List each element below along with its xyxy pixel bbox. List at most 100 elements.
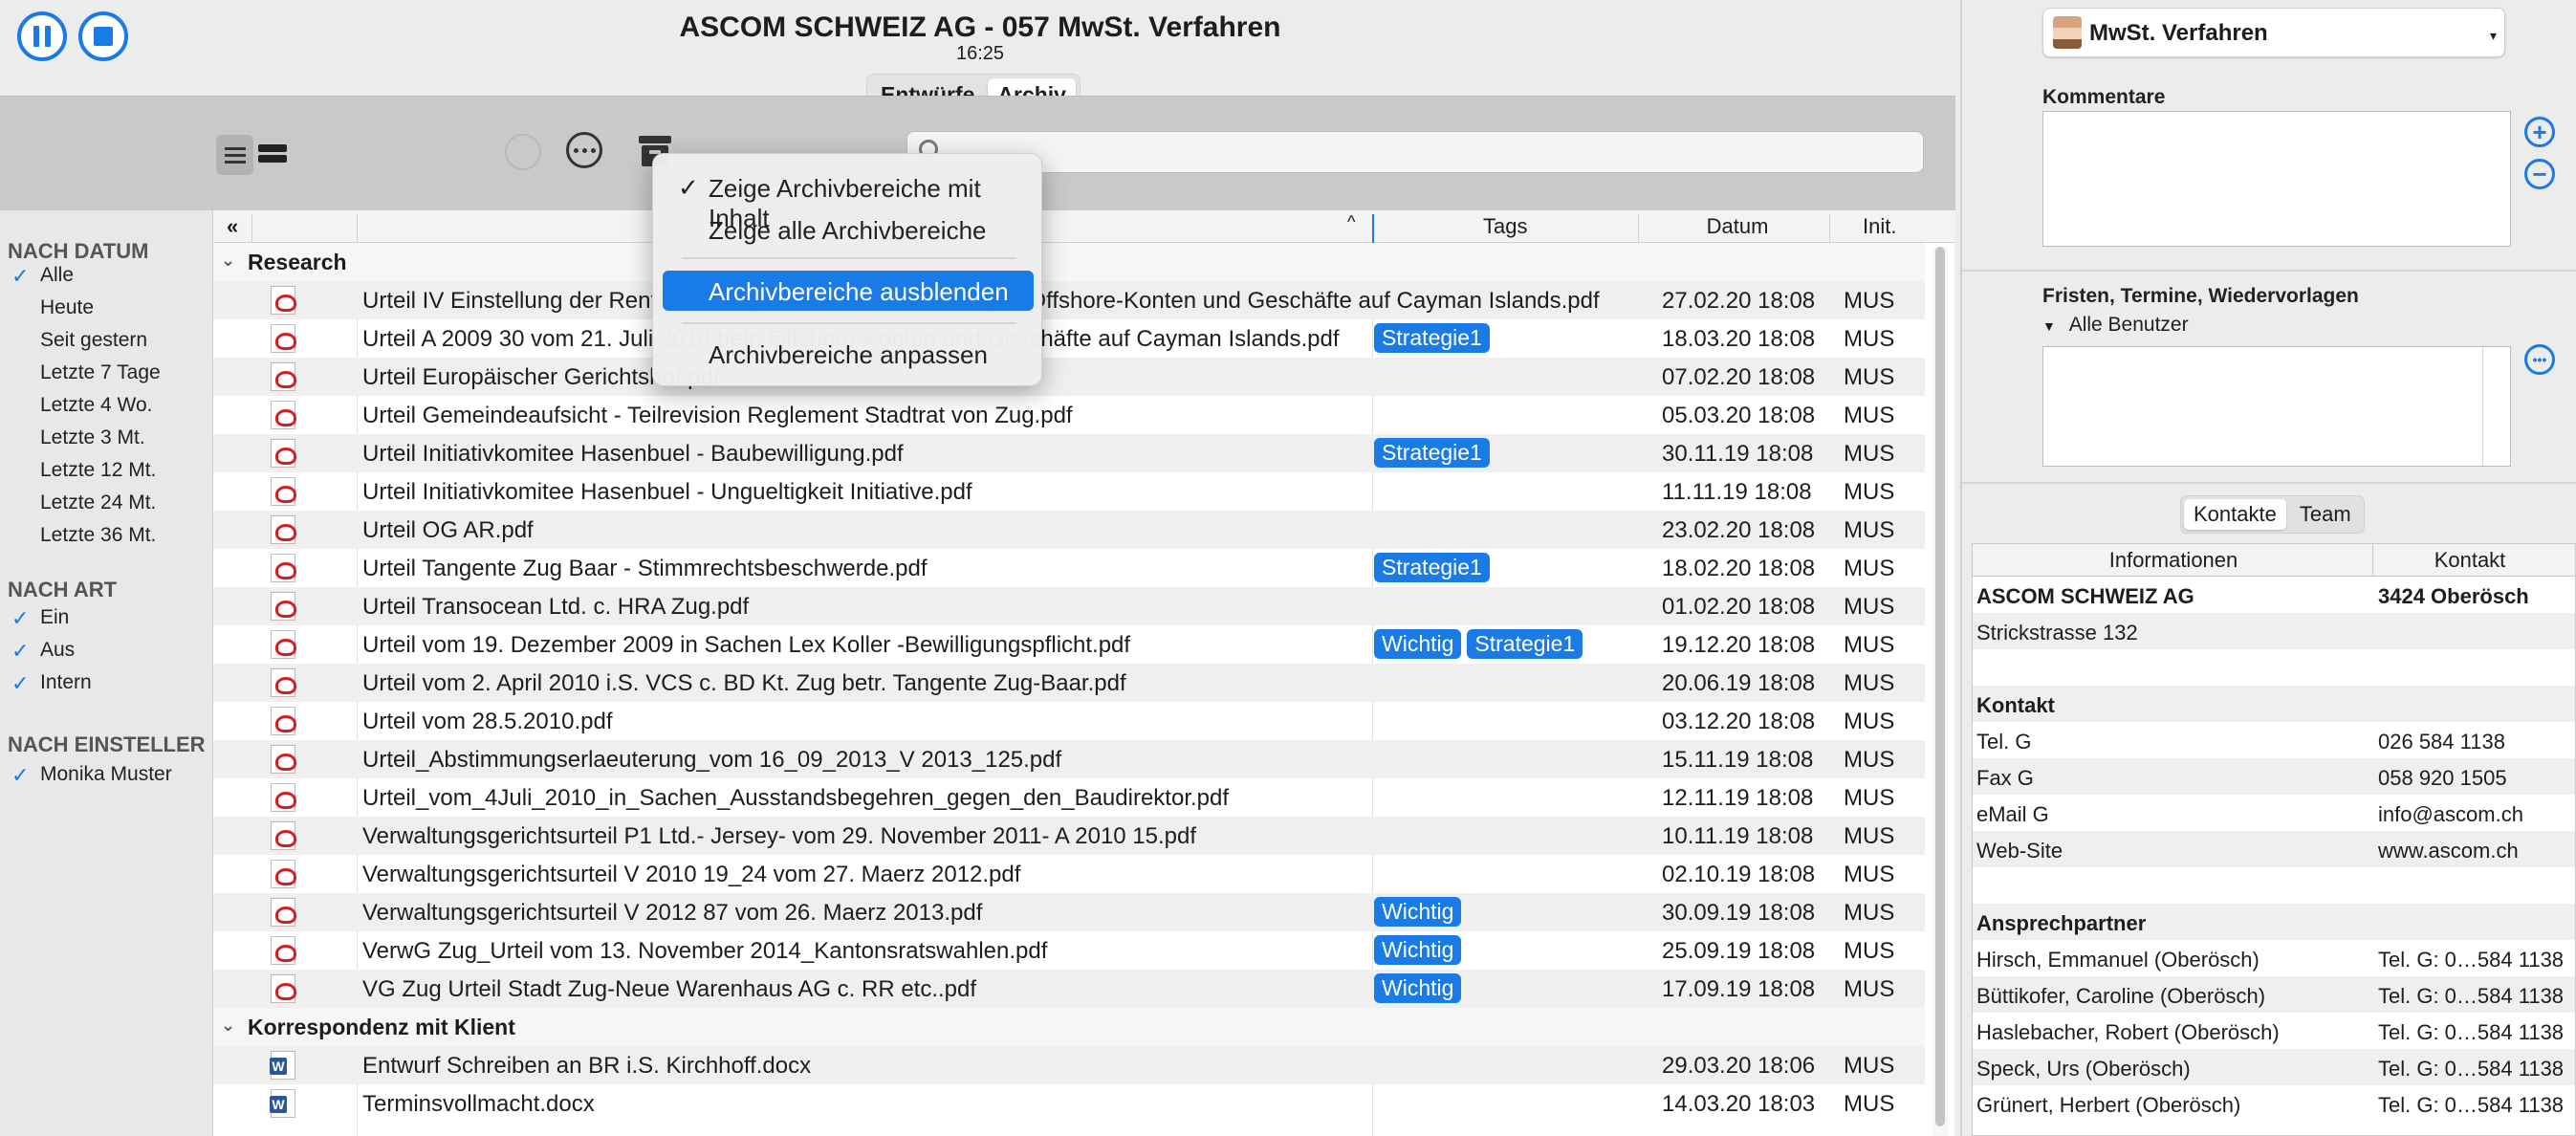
column-header-datum[interactable]: Datum — [1661, 214, 1814, 239]
column-header-tags[interactable]: Tags — [1483, 214, 1527, 239]
pdf-file-icon — [271, 783, 296, 812]
word-file-icon — [270, 1089, 295, 1118]
tag-badge[interactable]: Wichtig — [1374, 935, 1462, 965]
contact-value: Tel. G: 0…584 1138 — [2378, 1057, 2565, 1081]
tag-badge[interactable]: Wichtig — [1374, 897, 1462, 927]
scroll-thumb[interactable] — [1935, 247, 1945, 1126]
add-comment-button[interactable]: + — [2524, 117, 2555, 147]
comments-textarea[interactable] — [2042, 111, 2511, 247]
contact-row[interactable] — [1973, 867, 2575, 904]
remove-comment-button[interactable]: − — [2524, 159, 2555, 189]
tag-badge[interactable]: Strategie1 — [1374, 438, 1490, 468]
contact-row[interactable]: Grünert, Herbert (Oberösch) Tel. G: 0…584… — [1973, 1085, 2575, 1122]
filter-alle[interactable]: Alle — [40, 264, 74, 287]
contact-row[interactable]: Haslebacher, Robert (Oberösch) Tel. G: 0…… — [1973, 1013, 2575, 1049]
table-row[interactable]: Urteil Gemeindeaufsicht - Teilrevision R… — [213, 396, 1925, 434]
filter-letzte-7-tage[interactable]: Letzte 7 Tage — [40, 361, 161, 384]
contact-row[interactable]: Büttikofer, Caroline (Oberösch) Tel. G: 0… — [1973, 976, 2575, 1013]
tag-badge[interactable]: Strategie1 — [1467, 629, 1583, 659]
table-row[interactable]: Urteil A 2009 30 vom 21. Juli 2010 betr.… — [213, 319, 1925, 358]
filter-intern[interactable]: Intern — [40, 671, 92, 694]
contact-table-header: Informationen Kontakt — [1973, 544, 2575, 577]
file-initials: MUS — [1844, 556, 1895, 581]
file-date: 11.11.19 18:08 — [1662, 479, 1812, 505]
list-view-button[interactable] — [216, 135, 253, 175]
tab-kontakte[interactable]: Kontakte — [2184, 499, 2286, 530]
tag-badge[interactable]: Wichtig — [1374, 973, 1462, 1003]
filter-letzte-24-mt[interactable]: Letzte 24 Mt. — [40, 492, 156, 514]
table-row[interactable]: Urteil_Abstimmungserlaeuterung_vom 16_09… — [213, 740, 1925, 778]
filter-letzte-3-mt[interactable]: Letzte 3 Mt. — [40, 426, 145, 449]
table-row[interactable]: Urteil Initiativkomitee Hasenbuel - Ungu… — [213, 472, 1925, 511]
table-row[interactable]: Urteil_vom_4Juli_2010_in_Sachen_Ausstand… — [213, 778, 1925, 817]
table-row[interactable]: Urteil Europäischer Gerichtshof.pdf 07.02… — [213, 358, 1925, 396]
collapse-sidebar-button[interactable]: « — [227, 214, 238, 239]
table-scrollbar[interactable] — [1932, 247, 1948, 1136]
tab-team[interactable]: Team — [2290, 499, 2361, 530]
file-initials: MUS — [1844, 976, 1895, 1002]
table-row[interactable]: Terminsvollmacht.docx 14.03.20 18:03 MUS — [213, 1084, 1925, 1123]
filter-monika-muster[interactable]: Monika Muster — [40, 763, 172, 786]
menu-item-show-all[interactable]: Zeige alle Archivbereiche — [663, 209, 1034, 250]
table-row[interactable]: Urteil Transocean Ltd. c. HRA Zug.pdf 01.… — [213, 587, 1925, 625]
contact-row[interactable] — [1973, 649, 2575, 686]
deadlines-list[interactable] — [2042, 346, 2511, 467]
more-icon[interactable] — [566, 132, 602, 168]
pdf-file-icon — [271, 362, 296, 391]
users-filter[interactable]: ▼ Alle Benutzer — [2042, 314, 2189, 337]
table-row[interactable]: Verwaltungsgerichtsurteil V 2010 19_24 v… — [213, 855, 1925, 893]
contact-row[interactable]: Fax G 058 920 1505 — [1973, 758, 2575, 795]
filter-seit-gestern[interactable]: Seit gestern — [40, 329, 147, 352]
table-row[interactable]: Urteil Initiativkomitee Hasenbuel - Baub… — [213, 434, 1925, 472]
table-row[interactable]: Urteil vom 28.5.2010.pdf 03.12.20 18:08 MU… — [213, 702, 1925, 740]
table-row[interactable]: Entwurf Schreiben an BR i.S. Kirchhoff.d… — [213, 1046, 1925, 1084]
sort-ascending-icon[interactable]: ^ — [1347, 212, 1355, 232]
tag-badge[interactable]: Strategie1 — [1374, 323, 1490, 353]
search-input[interactable] — [906, 131, 1924, 173]
table-row[interactable]: Verwaltungsgerichtsurteil V 2012 87 vom … — [213, 893, 1925, 931]
procedure-selector[interactable]: MwSt. Verfahren ▾ — [2042, 8, 2505, 57]
panel-divider — [1962, 270, 2576, 272]
contact-row[interactable]: Web-Site www.ascom.ch — [1973, 831, 2575, 867]
table-row[interactable]: Verwaltungsgerichtsurteil P1 Ltd.- Jerse… — [213, 817, 1925, 855]
menu-item-show-with-content[interactable]: ✓ Zeige Archivbereiche mit Inhalt — [663, 167, 1034, 232]
table-row[interactable]: VerwG Zug_Urteil vom 13. November 2014_K… — [213, 931, 1925, 970]
table-row[interactable]: Urteil IV Einstellung der Rentenleistung… — [213, 281, 1925, 319]
contact-row[interactable]: Ansprechpartner — [1973, 904, 2575, 940]
contact-value: Tel. G: 0…584 1138 — [2378, 1093, 2565, 1117]
contact-row[interactable]: ASCOM SCHWEIZ AG 3424 Oberösch — [1973, 577, 2575, 613]
contact-row[interactable]: Tel. G 026 584 1138 — [1973, 722, 2575, 758]
contact-row[interactable]: Hirsch, Emmanuel (Oberösch) Tel. G: 0…584… — [1973, 940, 2575, 976]
column-header-informationen[interactable]: Informationen — [1973, 548, 2374, 573]
filter-letzte-36-mt[interactable]: Letzte 36 Mt. — [40, 524, 156, 547]
contact-row[interactable]: Strickstrasse 132 — [1973, 613, 2575, 649]
pdf-file-icon — [271, 439, 296, 468]
tag-badge[interactable]: Strategie1 — [1374, 553, 1490, 582]
menu-item-customize-areas[interactable]: Archivbereiche anpassen — [663, 334, 1034, 374]
group-header[interactable]: ⌄ Korrespondenz mit Klient — [213, 1008, 1925, 1046]
card-view-button[interactable] — [253, 135, 291, 175]
contact-row[interactable]: Speck, Urs (Oberösch) Tel. G: 0…584 1138 — [1973, 1049, 2575, 1085]
table-row[interactable]: Urteil OG AR.pdf 23.02.20 18:08 MUS — [213, 511, 1925, 549]
contact-row[interactable]: Kontakt — [1973, 686, 2575, 722]
filter-letzte-4-wo[interactable]: Letzte 4 Wo. — [40, 394, 153, 417]
filter-aus[interactable]: Aus — [40, 639, 75, 662]
filter-ein[interactable]: Ein — [40, 606, 69, 629]
column-header-init[interactable]: Init. — [1863, 214, 1896, 239]
menu-item-hide-areas[interactable]: Archivbereiche ausblenden — [663, 271, 1034, 311]
table-row[interactable]: Urteil vom 2. April 2010 i.S. VCS c. BD … — [213, 664, 1925, 702]
contact-value: 3424 Oberösch — [2378, 584, 2529, 608]
contact-row[interactable]: eMail G info@ascom.ch — [1973, 795, 2575, 831]
group-header[interactable]: ⌄ Research — [213, 243, 1925, 281]
table-row[interactable]: Urteil vom 19. Dezember 2009 in Sachen L… — [213, 625, 1925, 664]
deadlines-more-button[interactable]: ••• — [2524, 344, 2555, 375]
column-header-kontakt[interactable]: Kontakt — [2374, 548, 2565, 573]
table-row[interactable]: VG Zug Urteil Stadt Zug-Neue Warenhaus A… — [213, 970, 1925, 1008]
filter-letzte-12-mt[interactable]: Letzte 12 Mt. — [40, 459, 156, 482]
file-date: 02.10.19 18:08 — [1662, 862, 1816, 887]
table-row[interactable]: Urteil Tangente Zug Baar - Stimmrechtsbe… — [213, 549, 1925, 587]
filter-heute[interactable]: Heute — [40, 296, 94, 319]
file-tags: Wichtig — [1374, 935, 1462, 965]
contact-value: Tel. G: 0…584 1138 — [2378, 1020, 2565, 1044]
tag-badge[interactable]: Wichtig — [1374, 629, 1462, 659]
